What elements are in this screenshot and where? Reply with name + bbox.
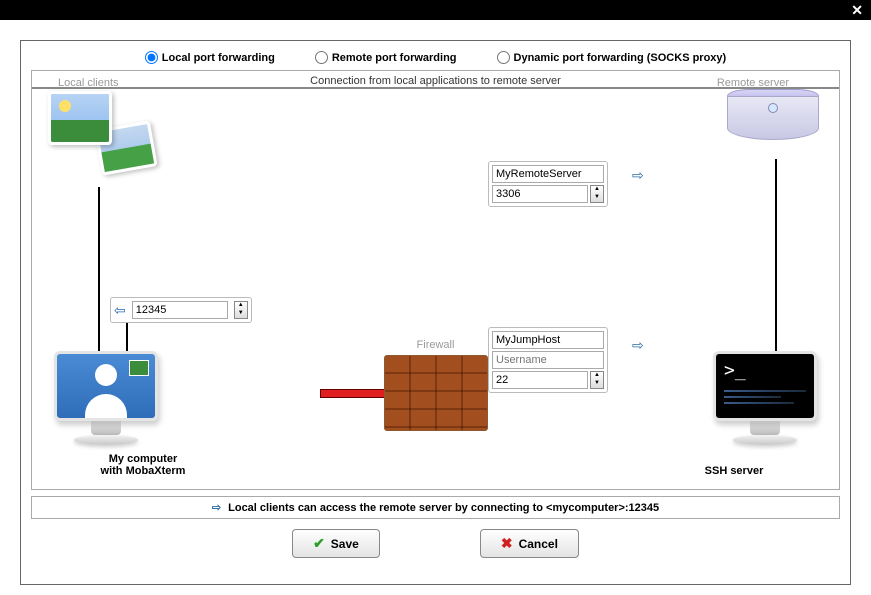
arrow-right-icon: ⇨ [632, 337, 644, 354]
arrow-left-icon: ⇦ [114, 302, 126, 319]
connection-line [775, 159, 777, 377]
label-my-computer: My computerwith MobaXterm [78, 453, 208, 477]
check-icon: ✔ [313, 535, 325, 552]
connection-line [98, 187, 100, 377]
remote-server-block: ▲▼ [488, 161, 608, 207]
close-icon[interactable]: ✕ [851, 2, 863, 19]
radio-local-label[interactable]: Local port forwarding [162, 52, 275, 64]
local-port-spinner[interactable]: ▲▼ [234, 301, 248, 319]
label-ssh-server: SSH server [669, 465, 799, 477]
radio-remote-label[interactable]: Remote port forwarding [332, 52, 457, 64]
label-firewall: Firewall [417, 339, 455, 351]
label-remote-server: Remote server [717, 77, 789, 89]
local-port-block: ⇦ ▲▼ [110, 297, 252, 323]
pictures-icon [48, 91, 112, 145]
remote-port-input[interactable] [492, 185, 588, 203]
ssh-host-input[interactable] [492, 331, 604, 349]
cancel-button[interactable]: ✖ Cancel [480, 529, 579, 558]
label-local-clients: Local clients [58, 77, 119, 89]
remote-port-spinner[interactable]: ▲▼ [590, 185, 604, 203]
diagram: Connection from local applications to re… [31, 70, 840, 490]
ssh-port-spinner[interactable]: ▲▼ [590, 371, 604, 389]
firewall-icon [384, 355, 488, 431]
info-text: Local clients can access the remote serv… [228, 502, 659, 514]
mode-selector: Local port forwarding Remote port forwar… [21, 41, 850, 70]
dialog-frame: Local port forwarding Remote port forwar… [20, 40, 851, 585]
arrow-right-icon: ⇨ [632, 167, 644, 184]
local-port-input[interactable] [132, 301, 228, 319]
remote-host-input[interactable] [492, 165, 604, 183]
radio-local[interactable] [145, 51, 158, 64]
ssh-block: ▲▼ [488, 327, 608, 393]
x-icon: ✖ [501, 535, 513, 552]
ssh-server-icon: >_ [709, 351, 821, 445]
drive-icon [727, 89, 819, 147]
ssh-user-input[interactable] [492, 351, 604, 369]
arrow-right-icon: ⇨ [212, 502, 221, 514]
ssh-port-input[interactable] [492, 371, 588, 389]
radio-dynamic[interactable] [497, 51, 510, 64]
radio-dynamic-label[interactable]: Dynamic port forwarding (SOCKS proxy) [514, 52, 727, 64]
my-computer-icon [50, 351, 162, 445]
info-bar: ⇨ Local clients can access the remote se… [31, 496, 840, 519]
radio-remote[interactable] [315, 51, 328, 64]
save-button[interactable]: ✔ Save [292, 529, 380, 558]
